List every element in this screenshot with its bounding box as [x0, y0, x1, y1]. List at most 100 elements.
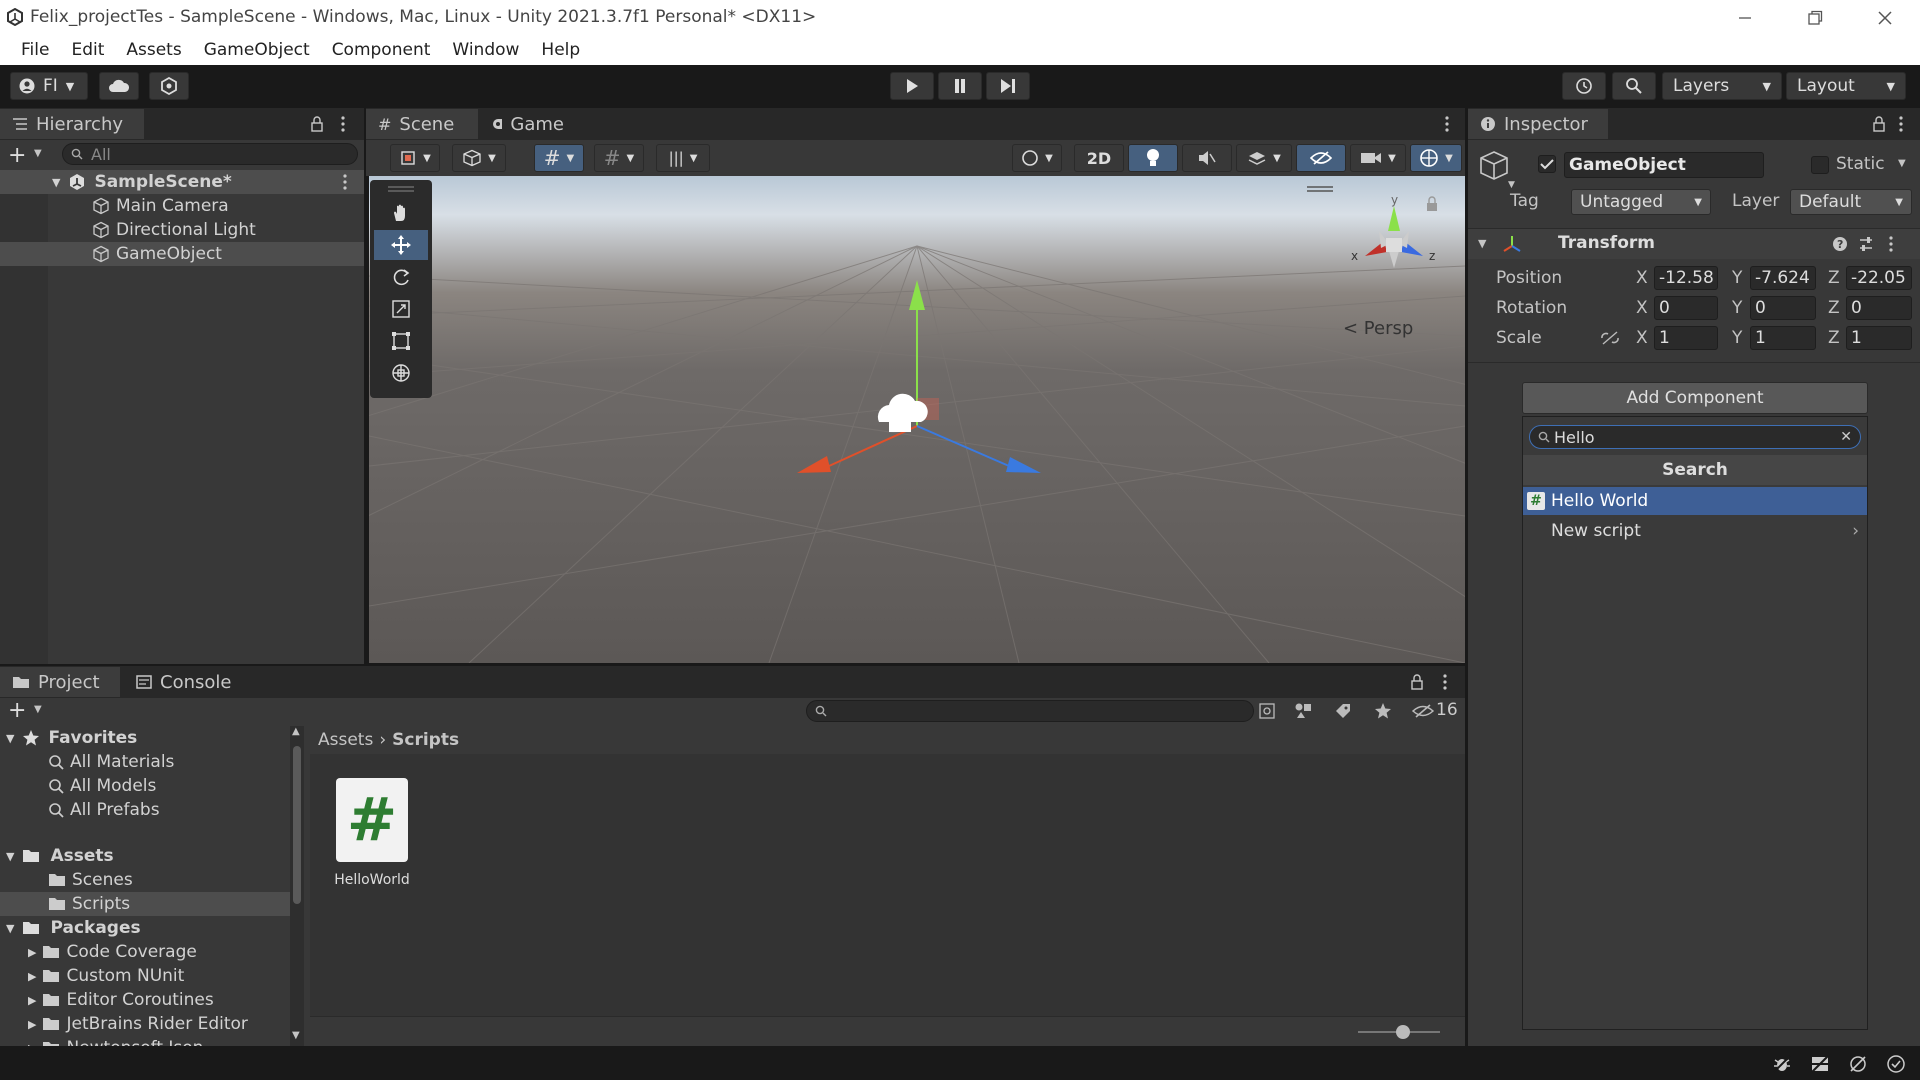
component-result-hello-world[interactable]: # Hello World [1523, 487, 1867, 515]
menu-assets[interactable]: Assets [115, 40, 192, 60]
scale-x-field[interactable]: 1 [1654, 326, 1718, 350]
collab-button[interactable] [149, 72, 189, 100]
rotation-y-field[interactable]: 0 [1750, 296, 1816, 320]
account-dropdown[interactable]: FI ▼ [10, 72, 88, 100]
object-name-field[interactable]: GameObject [1564, 152, 1764, 178]
add-icon[interactable]: + [8, 698, 26, 723]
draw-mode-dropdown[interactable]: ▼ [390, 144, 440, 172]
hierarchy-item[interactable]: Directional Light [0, 218, 364, 242]
search-in-scene-icon[interactable] [1258, 702, 1276, 720]
breadcrumb-assets[interactable]: Assets [318, 730, 373, 750]
package-item[interactable]: ▶ Code Coverage [0, 940, 290, 964]
lighting-toggle[interactable] [1128, 144, 1178, 172]
more-options-icon[interactable] [1898, 116, 1904, 132]
assets-row[interactable]: ▼ Assets [0, 844, 290, 868]
menu-component[interactable]: Component [321, 40, 442, 60]
add-component-button[interactable]: Add Component [1522, 382, 1868, 414]
file-label[interactable]: HelloWorld [320, 872, 424, 888]
filter-by-type-icon[interactable] [1294, 702, 1314, 720]
cloud-button[interactable] [99, 72, 139, 100]
package-item[interactable]: ▶Newtonsoft Json [0, 1036, 290, 1046]
favorite-item[interactable]: All Prefabs [0, 798, 290, 822]
layer-dropdown[interactable]: Default ▼ [1790, 189, 1912, 215]
debug-bug-icon[interactable] [1772, 1054, 1792, 1074]
folder-item[interactable]: Scenes [0, 868, 290, 892]
package-item[interactable]: ▶ Editor Coroutines [0, 988, 290, 1012]
hierarchy-search-input[interactable]: All [62, 143, 358, 165]
static-checkbox[interactable] [1811, 156, 1829, 174]
lock-icon[interactable] [1410, 674, 1424, 690]
active-checkbox[interactable] [1538, 155, 1556, 173]
add-icon[interactable]: + [8, 143, 26, 168]
scene-viewport[interactable]: x y z < Persp [369, 176, 1465, 663]
lock-icon[interactable] [310, 116, 324, 132]
rotate-tool-button[interactable] [374, 262, 428, 292]
transform-tool-button[interactable] [374, 358, 428, 388]
favorites-row[interactable]: ▼ Favorites [0, 726, 290, 750]
2d-mode-toggle[interactable]: 2D [1074, 144, 1124, 172]
lock-icon[interactable] [1872, 116, 1886, 132]
move-tool-button[interactable] [374, 230, 428, 260]
more-options-icon[interactable] [1444, 116, 1450, 132]
visibility-dropdown[interactable]: ▼ [1012, 144, 1062, 172]
menu-gameobject[interactable]: GameObject [193, 40, 321, 60]
more-options-icon[interactable] [340, 116, 346, 132]
help-icon[interactable]: ? [1832, 236, 1848, 252]
grid-toggle[interactable]: # ▼ [534, 144, 584, 172]
snap-toggle[interactable]: # ▼ [594, 144, 644, 172]
effects-dropdown[interactable]: ▼ [1236, 144, 1292, 172]
layers-dropdown[interactable]: Layers ▼ [1662, 72, 1782, 100]
tag-dropdown[interactable]: Untagged ▼ [1571, 189, 1711, 215]
increment-snap-dropdown[interactable]: ||| ▼ [656, 144, 710, 172]
hierarchy-item[interactable]: Main Camera [0, 194, 364, 218]
package-item[interactable]: ▶ JetBrains Rider Editor [0, 1012, 290, 1036]
layout-dropdown[interactable]: Layout ▼ [1786, 72, 1906, 100]
favorite-item[interactable]: All Materials [0, 750, 290, 774]
pause-button[interactable] [938, 72, 982, 100]
chevron-down-icon[interactable]: ▼ [34, 148, 42, 159]
drag-handle-icon[interactable] [1307, 186, 1333, 192]
component-search-input[interactable]: Hello ✕ [1529, 425, 1861, 449]
hand-tool-button[interactable] [374, 198, 428, 228]
tree-scrollbar[interactable]: ▲ ▼ [290, 726, 304, 1046]
tab-hierarchy[interactable]: Hierarchy [0, 109, 144, 139]
more-options-icon[interactable] [1888, 236, 1894, 252]
label-tag-icon[interactable] [1334, 702, 1352, 720]
move-gizmo[interactable] [369, 176, 1465, 663]
persp-label[interactable]: < Persp [1343, 318, 1413, 339]
clear-search-icon[interactable]: ✕ [1840, 429, 1852, 445]
hidden-objects-toggle[interactable] [1296, 144, 1346, 172]
history-button[interactable] [1562, 72, 1606, 100]
folder-item[interactable]: Scripts [0, 892, 290, 916]
drag-handle-icon[interactable] [388, 186, 414, 192]
cache-server-icon[interactable] [1810, 1054, 1830, 1074]
menu-file[interactable]: File [10, 40, 60, 60]
rotation-x-field[interactable]: 0 [1654, 296, 1718, 320]
lock-icon[interactable] [1425, 196, 1439, 212]
progress-check-icon[interactable] [1886, 1054, 1906, 1074]
rotation-z-field[interactable]: 0 [1846, 296, 1912, 320]
zoom-slider-thumb[interactable] [1396, 1025, 1410, 1039]
shading-dropdown[interactable]: ▼ [452, 144, 506, 172]
more-options-icon[interactable] [342, 174, 348, 190]
star-icon[interactable] [1374, 702, 1392, 720]
scale-y-field[interactable]: 1 [1750, 326, 1816, 350]
minimize-button[interactable] [1710, 0, 1780, 35]
menu-window[interactable]: Window [441, 40, 530, 60]
presets-icon[interactable] [1858, 236, 1874, 252]
hierarchy-scene-row[interactable]: ▼ SampleScene* [0, 170, 364, 194]
menu-edit[interactable]: Edit [60, 40, 115, 60]
gizmos-dropdown[interactable]: ▼ [1410, 144, 1462, 172]
scale-tool-button[interactable] [374, 294, 428, 324]
close-button[interactable] [1850, 0, 1920, 35]
component-result-new-script[interactable]: New script › [1523, 517, 1867, 545]
restore-button[interactable] [1780, 0, 1850, 35]
search-button[interactable] [1612, 72, 1656, 100]
csharp-script-icon[interactable]: # [336, 778, 408, 862]
step-button[interactable] [986, 72, 1030, 100]
position-y-field[interactable]: -7.624 [1750, 266, 1816, 290]
scrollbar-thumb[interactable] [293, 746, 301, 904]
more-options-icon[interactable] [1442, 674, 1448, 690]
scale-z-field[interactable]: 1 [1846, 326, 1912, 350]
audio-toggle[interactable] [1182, 144, 1232, 172]
